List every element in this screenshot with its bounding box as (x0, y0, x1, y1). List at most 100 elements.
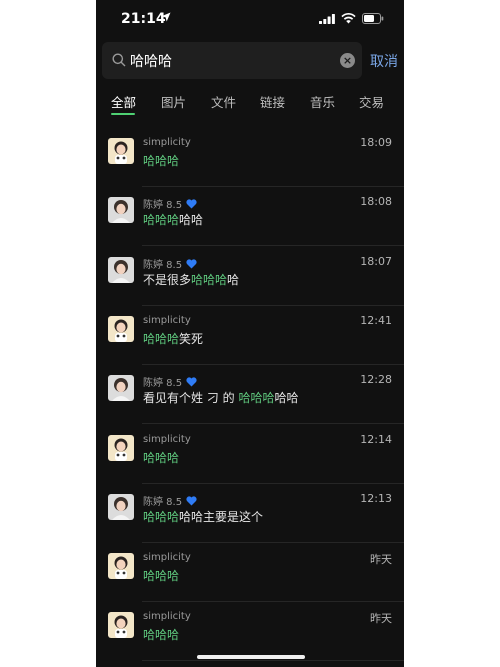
sender-name: simplicity (143, 137, 191, 148)
search-match: 哈哈哈 (143, 510, 180, 524)
message-time: 昨天 (370, 612, 392, 625)
wifi-icon (341, 12, 356, 24)
sender-name: 陈婷 8.5 (143, 256, 197, 271)
home-indicator[interactable] (197, 655, 305, 659)
avatar (108, 612, 134, 638)
status-time: 21:14 (121, 11, 166, 27)
avatar-image-icon (108, 435, 134, 461)
tab-music[interactable]: 音乐 (310, 92, 335, 111)
sender-name-text: 陈婷 8.5 (143, 200, 183, 211)
message-snippet: 看见有个姓 刁 的 哈哈哈哈哈 (143, 389, 298, 406)
snippet-text: 哈 (227, 273, 240, 287)
avatar-image-icon (108, 612, 134, 638)
row-divider (142, 423, 404, 424)
result-row[interactable]: 陈婷 8.5 12:13 哈哈哈哈哈主要是这个 (96, 484, 404, 543)
message-snippet: 哈哈哈 (143, 152, 179, 169)
message-time: 12:14 (360, 433, 392, 446)
sender-name-text: simplicity (143, 434, 191, 445)
message-time: 18:09 (360, 136, 392, 149)
search-match: 哈哈哈 (143, 154, 180, 168)
message-time: 18:07 (360, 255, 392, 268)
sender-name: 陈婷 8.5 (143, 493, 197, 508)
result-row[interactable]: simplicity 12:14 哈哈哈 (96, 425, 404, 484)
result-row[interactable]: 陈婷 8.5 18:08 哈哈哈哈哈 (96, 187, 404, 246)
sender-name: simplicity (143, 552, 191, 563)
cellular-signal-icon (319, 14, 335, 24)
category-tabs: 全部 图片 文件 链接 音乐 交易 (96, 92, 404, 118)
sender-name-text: 陈婷 8.5 (143, 378, 183, 389)
avatar (108, 375, 134, 401)
message-snippet: 哈哈哈 (143, 567, 179, 584)
blue-heart-icon (186, 377, 197, 387)
snippet-text: 哈哈 (179, 213, 204, 227)
avatar-image-icon (108, 553, 134, 579)
search-match: 哈哈哈 (143, 332, 180, 346)
tab-links[interactable]: 链接 (260, 92, 285, 111)
sender-name: simplicity (143, 315, 191, 326)
avatar (108, 197, 134, 223)
message-time: 12:41 (360, 314, 392, 327)
cancel-button[interactable]: 取消 (370, 51, 398, 71)
search-match: 哈哈哈 (143, 628, 180, 642)
message-snippet: 哈哈哈哈哈主要是这个 (143, 508, 263, 525)
message-time: 12:28 (360, 373, 392, 386)
search-match: 哈哈哈 (143, 569, 180, 583)
search-input[interactable]: 哈哈哈 × (102, 42, 362, 79)
snippet-text: 不是很多 (143, 273, 192, 287)
phone-screen: 21:14 哈哈哈 × 取消 全部 图片 文件 链接 音乐 交易 simplic… (96, 0, 404, 667)
search-icon (112, 53, 126, 67)
snippet-text: 看见有个姓 刁 的 (143, 391, 239, 405)
message-time: 昨天 (370, 553, 392, 566)
result-row[interactable]: simplicity 昨天 哈哈哈 (96, 543, 404, 602)
avatar (108, 257, 134, 283)
sender-name: 陈婷 8.5 (143, 196, 197, 211)
message-snippet: 哈哈哈笑死 (143, 330, 203, 347)
result-row[interactable]: 陈婷 8.5 12:28 看见有个姓 刁 的 哈哈哈哈哈 (96, 365, 404, 424)
tab-images[interactable]: 图片 (161, 92, 186, 111)
result-row[interactable]: simplicity 昨天 哈哈哈 (96, 602, 404, 661)
sender-name-text: 陈婷 8.5 (143, 260, 183, 271)
message-snippet: 哈哈哈 (143, 626, 179, 643)
avatar (108, 553, 134, 579)
search-match: 哈哈哈 (143, 213, 180, 227)
location-arrow-icon (161, 12, 171, 22)
search-match: 哈哈哈 (238, 391, 275, 405)
avatar-image-icon (108, 197, 134, 223)
avatar-image-icon (108, 138, 134, 164)
sender-name-text: simplicity (143, 611, 191, 622)
message-time: 12:13 (360, 492, 392, 505)
message-snippet: 哈哈哈哈哈 (143, 211, 203, 228)
row-divider (142, 660, 404, 661)
result-row[interactable]: simplicity 12:41 哈哈哈笑死 (96, 306, 404, 365)
sender-name-text: simplicity (143, 315, 191, 326)
avatar (108, 316, 134, 342)
search-match: 哈哈哈 (191, 273, 228, 287)
avatar-image-icon (108, 375, 134, 401)
snippet-text: 笑死 (179, 332, 204, 346)
search-match: 哈哈哈 (143, 451, 180, 465)
sender-name: simplicity (143, 611, 191, 622)
active-tab-indicator (111, 113, 135, 115)
snippet-text: 哈哈 (274, 391, 299, 405)
battery-icon (362, 13, 384, 24)
clear-search-icon[interactable]: × (340, 53, 355, 68)
sender-name: simplicity (143, 434, 191, 445)
avatar (108, 138, 134, 164)
message-snippet: 不是很多哈哈哈哈 (143, 271, 239, 288)
tab-files[interactable]: 文件 (211, 92, 236, 111)
blue-heart-icon (186, 259, 197, 269)
tab-all[interactable]: 全部 (111, 92, 136, 111)
blue-heart-icon (186, 199, 197, 209)
search-bar: 哈哈哈 × 取消 (96, 42, 404, 80)
avatar-image-icon (108, 494, 134, 520)
sender-name-text: 陈婷 8.5 (143, 497, 183, 508)
tab-transactions[interactable]: 交易 (359, 92, 384, 111)
row-divider (142, 245, 404, 246)
avatar-image-icon (108, 316, 134, 342)
result-row[interactable]: simplicity 18:09 哈哈哈 (96, 128, 404, 187)
result-row[interactable]: 陈婷 8.5 18:07 不是很多哈哈哈哈 (96, 247, 404, 306)
avatar-image-icon (108, 257, 134, 283)
snippet-text: 哈哈主要是这个 (179, 510, 264, 524)
search-query[interactable]: 哈哈哈 (130, 51, 172, 71)
status-bar: 21:14 (96, 0, 404, 40)
